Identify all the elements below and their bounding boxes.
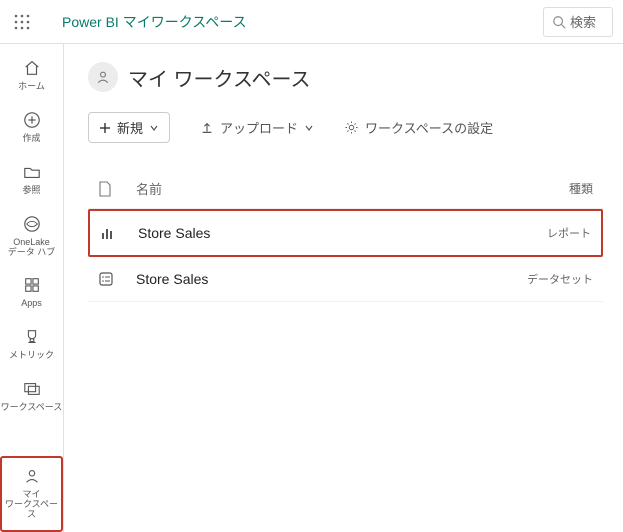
breadcrumb[interactable]: Power BI マイワークスペース <box>62 12 247 32</box>
workspace-settings-label: ワークスペースの設定 <box>365 118 493 137</box>
list-item-dataset[interactable]: Store Sales データセット <box>88 257 603 302</box>
apps-icon <box>22 275 42 295</box>
sidebar-item-label: ワークスペース <box>1 403 63 413</box>
sidebar-item-metrics[interactable]: メトリック <box>0 319 63 371</box>
sidebar-item-create[interactable]: 作成 <box>0 102 63 154</box>
sidebar-item-label: メトリック <box>9 351 54 361</box>
waffle-icon <box>14 14 30 30</box>
workspace-settings-button[interactable]: ワークスペースの設定 <box>344 118 493 137</box>
item-name: Store Sales <box>138 225 521 241</box>
list-header: 名前 種類 <box>88 173 603 209</box>
upload-icon <box>200 121 214 135</box>
sidebar-item-browse[interactable]: 参照 <box>0 154 63 206</box>
sidebar-item-apps[interactable]: Apps <box>0 267 63 319</box>
trophy-icon <box>22 327 42 347</box>
column-name-header[interactable]: 名前 <box>136 179 523 198</box>
person-icon <box>95 69 111 85</box>
sidebar-item-label: 作成 <box>22 134 40 144</box>
app-launcher-button[interactable] <box>0 0 44 44</box>
sidebar-item-label: ホーム <box>18 82 45 92</box>
workspaces-icon <box>22 379 42 399</box>
sidebar: ホーム 作成 参照 OneLake データ ハブ Apps メトリック <box>0 44 64 532</box>
file-icon <box>98 181 136 197</box>
sidebar-item-my-workspace[interactable]: マイ ワークスペース <box>0 456 63 532</box>
sidebar-item-label: 参照 <box>22 186 40 196</box>
chevron-down-icon <box>304 123 314 133</box>
onelake-icon <box>22 214 42 234</box>
sidebar-item-onelake[interactable]: OneLake データ ハブ <box>0 206 63 268</box>
upload-label: アップロード <box>220 118 298 137</box>
dataset-icon <box>98 271 136 287</box>
new-button[interactable]: 新規 <box>88 112 170 143</box>
plus-icon <box>99 122 111 134</box>
list-item-report[interactable]: Store Sales レポート <box>88 209 603 257</box>
search-input[interactable]: 検索 <box>543 7 613 37</box>
folder-icon <box>22 162 42 182</box>
search-label: 検索 <box>570 12 596 31</box>
report-icon <box>100 225 138 241</box>
item-type: データセット <box>523 271 593 287</box>
page-title: マイ ワークスペース <box>128 63 311 92</box>
workspace-avatar <box>88 62 118 92</box>
column-type-header[interactable]: 種類 <box>523 180 593 197</box>
item-type: レポート <box>521 225 591 241</box>
sidebar-item-label: OneLake データ ハブ <box>8 238 56 258</box>
search-icon <box>552 15 566 29</box>
new-button-label: 新規 <box>117 118 143 137</box>
plus-circle-icon <box>22 110 42 130</box>
person-icon <box>22 466 42 486</box>
item-name: Store Sales <box>136 271 523 287</box>
gear-icon <box>344 120 359 135</box>
sidebar-item-home[interactable]: ホーム <box>0 50 63 102</box>
sidebar-item-label: Apps <box>21 299 42 309</box>
home-icon <box>22 58 42 78</box>
sidebar-item-workspaces[interactable]: ワークスペース <box>0 371 63 423</box>
sidebar-item-label: マイ ワークスペース <box>2 490 61 520</box>
chevron-down-icon <box>149 123 159 133</box>
upload-button[interactable]: アップロード <box>200 118 314 137</box>
